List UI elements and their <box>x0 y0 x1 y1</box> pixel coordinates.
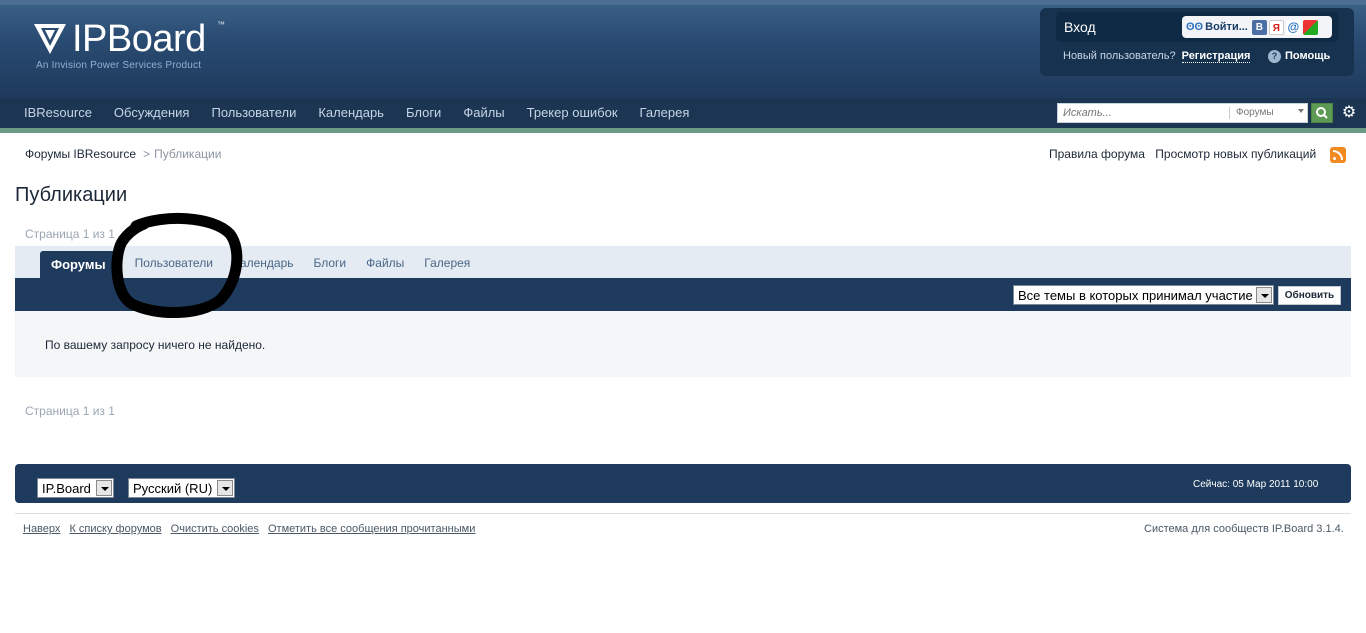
nav-item-blogs[interactable]: Блоги <box>395 98 452 128</box>
tabs-list: Форумы Пользователи Календарь Блоги Файл… <box>40 251 480 278</box>
chevron-down-icon <box>96 480 112 496</box>
language-value: Русский (RU) <box>133 481 213 496</box>
rss-icon[interactable] <box>1330 147 1346 163</box>
breadcrumb-current: Публикации <box>154 147 222 161</box>
login-pill: Вход ʘʘ Войти... В Я @ <box>1056 12 1339 42</box>
mailru-icon[interactable]: @ <box>1285 19 1301 35</box>
loginza-icon: ʘʘ <box>1186 21 1204 33</box>
nav-item-bug-tracker[interactable]: Трекер ошибок <box>516 98 629 128</box>
footer-bar: IP.Board Русский (RU) Сейчас: 05 Мар 201… <box>15 464 1351 503</box>
breadcrumb-home[interactable]: Форумы IBResource <box>25 147 136 161</box>
hand-drawn-circle-annotation <box>111 213 243 318</box>
forum-rules-link[interactable]: Правила форума <box>1049 147 1145 161</box>
refresh-button[interactable]: Обновить <box>1278 286 1341 305</box>
new-user-line: Новый пользователь? Регистрация <box>1063 50 1251 63</box>
pagination-top: Страница 1 из 1 <box>25 227 115 241</box>
chevron-down-icon <box>1256 287 1272 303</box>
nav-item-discussions[interactable]: Обсуждения <box>103 98 201 128</box>
topic-filter-value: Все темы в которых принимал участие <box>1018 288 1253 303</box>
logo-name: IPBoard <box>72 18 206 60</box>
footer-link-forum-index[interactable]: К списку форумов <box>69 523 161 535</box>
logo-trademark: ™ <box>217 20 225 29</box>
skin-select[interactable]: IP.Board <box>37 478 114 498</box>
nav-item-gallery[interactable]: Галерея <box>629 98 701 128</box>
skin-value: IP.Board <box>42 481 91 496</box>
search-box: Форумы <box>1057 103 1308 123</box>
nav-item-calendar[interactable]: Календарь <box>307 98 395 128</box>
help-icon: ? <box>1268 50 1281 63</box>
new-user-text: Новый пользователь? <box>1063 50 1176 62</box>
nav-accent-stripe <box>0 128 1366 133</box>
social-login[interactable]: ʘʘ Войти... В Я @ <box>1182 16 1332 38</box>
chevron-down-icon <box>217 480 233 496</box>
pagination-bottom: Страница 1 из 1 <box>25 404 115 418</box>
nav-items: IBResource Обсуждения Пользователи Кален… <box>13 98 700 128</box>
google-icon[interactable] <box>1302 19 1318 35</box>
register-link[interactable]: Регистрация <box>1181 50 1251 63</box>
current-time: Сейчас: 05 Мар 2011 10:00 <box>1193 479 1319 490</box>
nav-item-ibresource[interactable]: IBResource <box>13 98 103 128</box>
help-label: Помощь <box>1285 50 1331 62</box>
footer-link-top[interactable]: Наверх <box>23 523 60 535</box>
nav-item-files[interactable]: Файлы <box>452 98 515 128</box>
breadcrumb-separator: > <box>143 147 151 161</box>
vkontakte-icon[interactable]: В <box>1251 19 1267 35</box>
tab-blogs[interactable]: Блоги <box>304 251 357 278</box>
language-select[interactable]: Русский (RU) <box>128 478 235 498</box>
nav-item-members[interactable]: Пользователи <box>200 98 307 128</box>
empty-results-message: По вашему запросу ничего не найдено. <box>45 338 266 352</box>
search-input[interactable] <box>1058 104 1228 122</box>
primary-nav: IBResource Обсуждения Пользователи Кален… <box>0 98 1366 128</box>
top-links: Правила форума Просмотр новых публикаций <box>1049 147 1323 161</box>
ipboard-logo-icon <box>34 24 66 54</box>
help-link[interactable]: ? Помощь <box>1268 50 1330 63</box>
tab-forums[interactable]: Форумы <box>40 251 117 278</box>
tab-files[interactable]: Файлы <box>356 251 414 278</box>
footer-link-clear-cookies[interactable]: Очистить cookies <box>171 523 259 535</box>
chevron-down-icon <box>1298 109 1304 113</box>
search-divider <box>1229 107 1230 119</box>
logo-tagline: An Invision Power Services Product <box>36 60 202 71</box>
breadcrumb: Форумы IBResource > Публикации <box>25 147 221 161</box>
social-enter-label: Войти... <box>1205 21 1248 33</box>
page-title: Публикации <box>15 184 128 206</box>
site-header: IPBoard ™ An Invision Power Services Pro… <box>0 0 1366 98</box>
user-box: Вход ʘʘ Войти... В Я @ Новый пользовател… <box>1040 8 1354 76</box>
yandex-icon[interactable]: Я <box>1268 19 1284 35</box>
footer-divider <box>15 513 1351 514</box>
copyright: Система для сообществ IP.Board 3.1.4. <box>1144 523 1344 535</box>
search-button[interactable] <box>1311 103 1333 123</box>
topic-filter-select[interactable]: Все темы в которых принимал участие <box>1013 285 1274 305</box>
search-scope-select[interactable]: Форумы <box>1236 107 1274 118</box>
search-icon <box>1316 107 1328 119</box>
new-posts-link[interactable]: Просмотр новых публикаций <box>1155 147 1316 161</box>
gear-icon[interactable]: ⚙ <box>1340 104 1358 122</box>
tab-gallery[interactable]: Галерея <box>414 251 480 278</box>
login-link[interactable]: Вход <box>1064 19 1096 35</box>
footer-links: Наверх К списку форумов Очистить cookies… <box>23 523 481 535</box>
footer-link-mark-read[interactable]: Отметить все сообщения прочитанными <box>268 523 475 535</box>
